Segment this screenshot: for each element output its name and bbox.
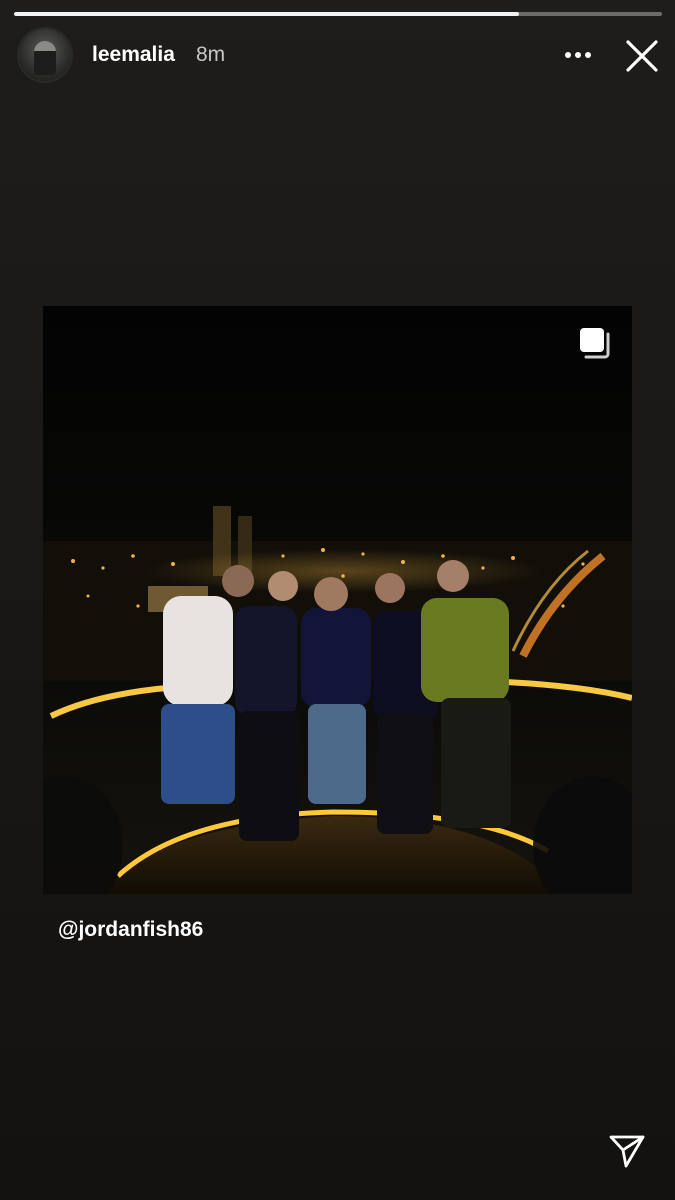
- more-horizontal-icon: [565, 52, 591, 58]
- story-header: leemalia 8m: [0, 26, 675, 86]
- more-options-button[interactable]: [558, 38, 598, 72]
- close-icon: [626, 40, 658, 72]
- send-message-button[interactable]: [606, 1130, 648, 1172]
- send-icon: [609, 1135, 645, 1168]
- post-photo: [43, 306, 632, 894]
- avatar-figure: [34, 41, 56, 75]
- story-viewer: leemalia 8m @jordanfish86: [0, 0, 675, 1200]
- shared-post[interactable]: [43, 306, 632, 894]
- username[interactable]: leemalia: [92, 43, 175, 67]
- mention-tag[interactable]: @jordanfish86: [58, 918, 203, 942]
- story-timestamp: 8m: [196, 43, 226, 66]
- story-progress-bar: [14, 12, 662, 16]
- multiple-photos-icon: [580, 328, 610, 359]
- user-avatar[interactable]: [19, 29, 71, 81]
- story-progress-fill: [14, 12, 520, 16]
- close-button[interactable]: [622, 36, 662, 76]
